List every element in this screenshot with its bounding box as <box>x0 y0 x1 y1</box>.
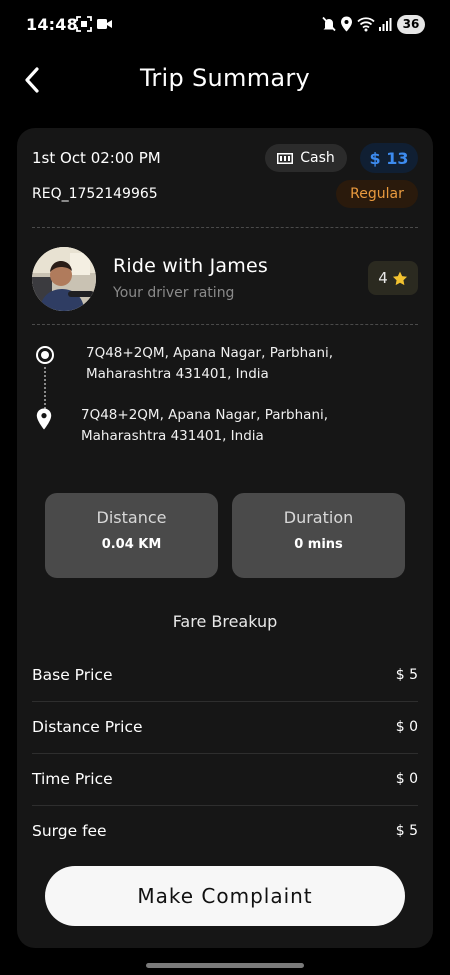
trip-price-badge: $ 13 <box>360 143 418 173</box>
fare-row-base-price: Base Price $ 5 <box>32 649 418 701</box>
duration-card: Duration 0 mins <box>232 493 405 578</box>
payment-method-badge: Cash <box>265 144 347 172</box>
duration-label: Duration <box>283 508 354 527</box>
fare-amount: $ 5 <box>395 823 418 839</box>
fare-label: Base Price <box>32 666 113 684</box>
status-bar: 14:48 36 <box>0 0 450 50</box>
screenshot-icon <box>76 16 92 32</box>
distance-value: 0.04 KM <box>101 537 162 552</box>
status-time: 14:48 <box>26 15 78 34</box>
page-title: Trip Summary <box>139 64 311 92</box>
fare-row-distance-price: Distance Price $ 0 <box>32 701 418 753</box>
signal-icon <box>379 18 392 31</box>
trip-summary-card: 1st Oct 02:00 PM Cash $ 13 REQ_175214996… <box>17 128 433 948</box>
pickup-address: 7Q48+2QM, Apana Nagar, Parbhani, Maharas… <box>86 345 334 382</box>
trip-date-time: 1st Oct 02:00 PM <box>32 149 161 167</box>
driver-rating-caption: Your driver rating <box>113 285 235 301</box>
fare-label: Distance Price <box>32 718 143 736</box>
fare-breakup-title: Fare Breakup <box>172 612 278 631</box>
divider <box>32 324 418 325</box>
request-id: REQ_1752149965 <box>32 186 158 202</box>
divider <box>32 227 418 228</box>
drop-address: 7Q48+2QM, Apana Nagar, Parbhani, Maharas… <box>81 407 329 444</box>
make-complaint-button[interactable]: Make Complaint <box>45 866 405 926</box>
distance-card: Distance 0.04 KM <box>45 493 218 578</box>
driver-ride-title: Ride with James <box>113 255 268 277</box>
duration-value: 0 mins <box>294 537 343 552</box>
driver-rating-value: 4 <box>378 269 388 287</box>
pickup-marker-icon <box>36 346 54 364</box>
star-icon <box>392 271 407 285</box>
header: Trip Summary <box>0 50 450 116</box>
fare-label: Time Price <box>32 770 113 788</box>
fare-row-time-price: Time Price $ 0 <box>32 753 418 805</box>
ride-type-badge: Regular <box>336 180 418 208</box>
wifi-icon <box>357 17 375 32</box>
fare-amount: $ 0 <box>395 771 418 787</box>
distance-label: Distance <box>96 508 167 527</box>
fare-row-surge-fee: Surge fee $ 5 <box>32 805 418 857</box>
battery-indicator: 36 <box>397 15 425 34</box>
mute-icon <box>322 16 336 32</box>
cash-icon <box>277 152 294 164</box>
fare-amount: $ 0 <box>395 719 418 735</box>
driver-avatar <box>32 247 96 311</box>
location-icon <box>341 16 352 32</box>
driver-rating-badge: 4 <box>368 261 418 295</box>
driver-photo <box>32 247 96 311</box>
home-indicator[interactable] <box>146 963 304 968</box>
fare-amount: $ 5 <box>395 667 418 683</box>
video-camera-icon <box>97 19 112 29</box>
drop-pin-icon <box>36 408 52 430</box>
route-connector <box>44 367 46 409</box>
fare-label: Surge fee <box>32 822 107 840</box>
payment-method-label: Cash <box>300 150 335 166</box>
